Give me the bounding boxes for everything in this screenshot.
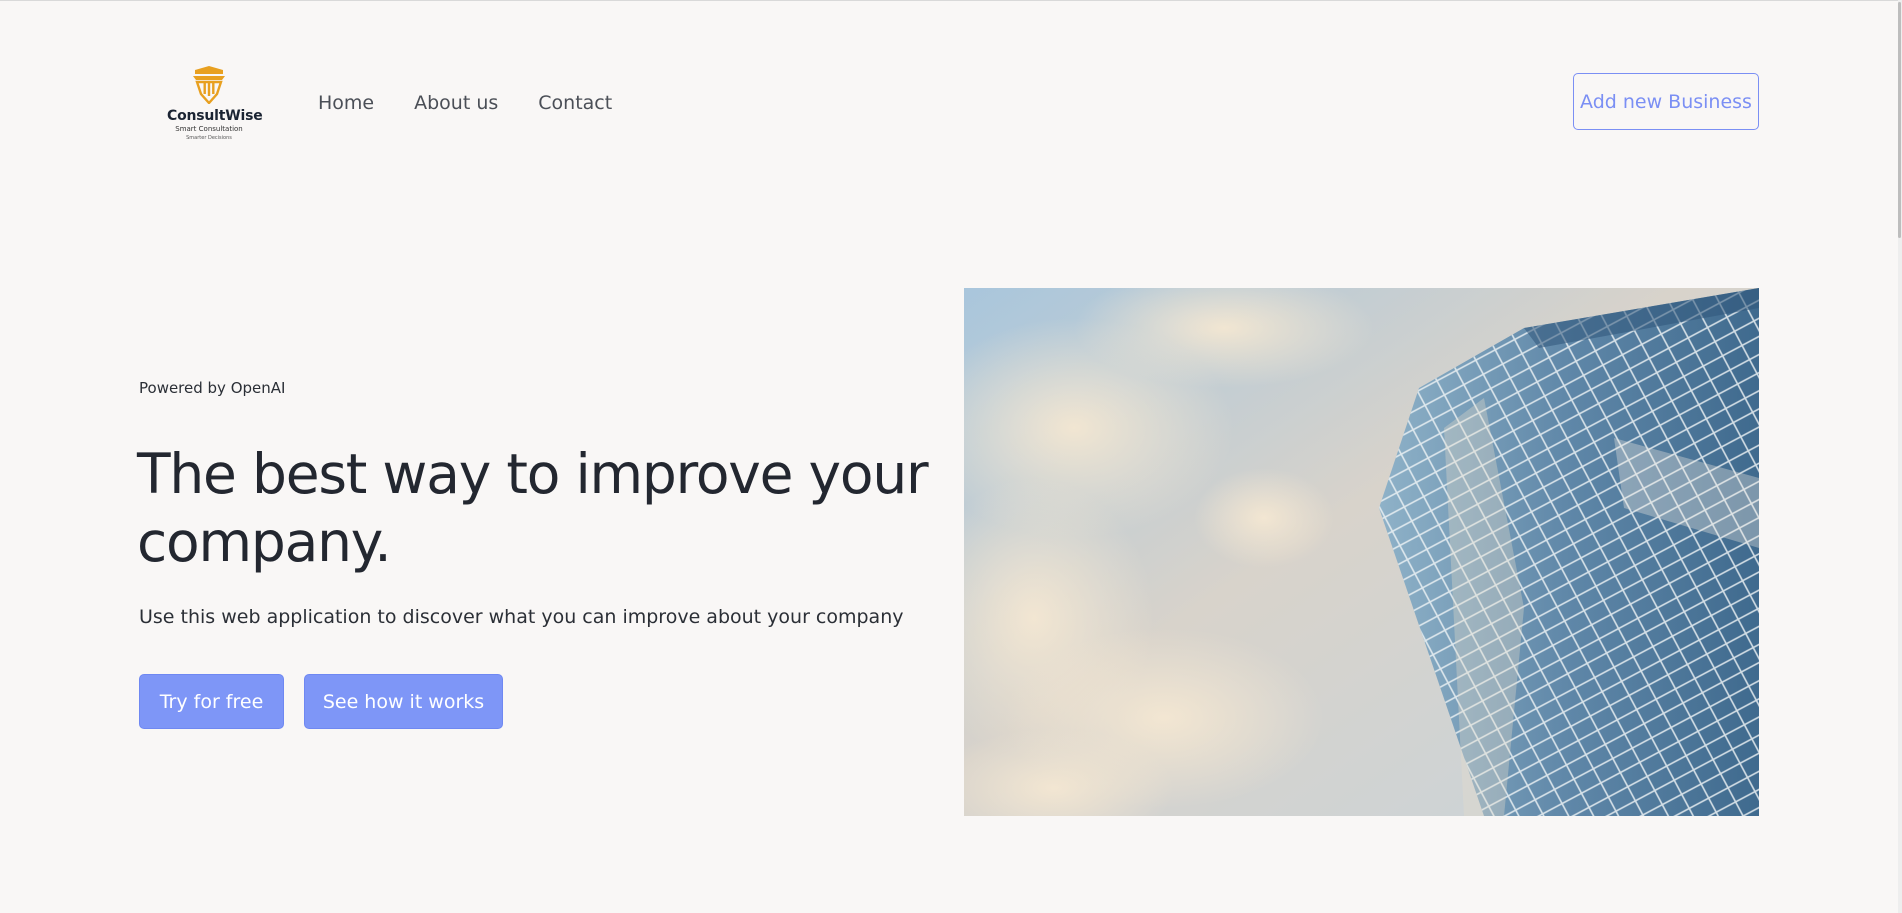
site-header: ConsultWise Smart Consultation Smarter D…: [0, 0, 1902, 205]
powered-by-text: Powered by OpenAI: [139, 379, 286, 397]
nav-link-contact[interactable]: Contact: [538, 91, 612, 115]
skyscraper-photo-graphic: [964, 288, 1759, 816]
logo-subtagline: Smarter Decisions: [186, 135, 232, 141]
try-for-free-button[interactable]: Try for free: [139, 674, 284, 729]
logo-brand-name: ConsultWise: [167, 108, 263, 124]
hero-subtext: Use this web application to discover wha…: [139, 606, 904, 628]
nav-link-home[interactable]: Home: [318, 91, 374, 115]
skyscraper-photo: [964, 288, 1759, 816]
nav-link-about-us[interactable]: About us: [414, 91, 498, 115]
add-new-business-button[interactable]: Add new Business: [1573, 73, 1759, 130]
pillar-shield-icon: [193, 66, 225, 104]
brand-logo[interactable]: ConsultWise Smart Consultation Smarter D…: [167, 66, 263, 146]
hero-headline: The best way to improve your company.: [137, 442, 929, 574]
see-how-it-works-button[interactable]: See how it works: [304, 674, 503, 729]
main-nav: Home About us Contact: [318, 91, 612, 115]
logo-tagline: Smart Consultation: [175, 125, 243, 133]
